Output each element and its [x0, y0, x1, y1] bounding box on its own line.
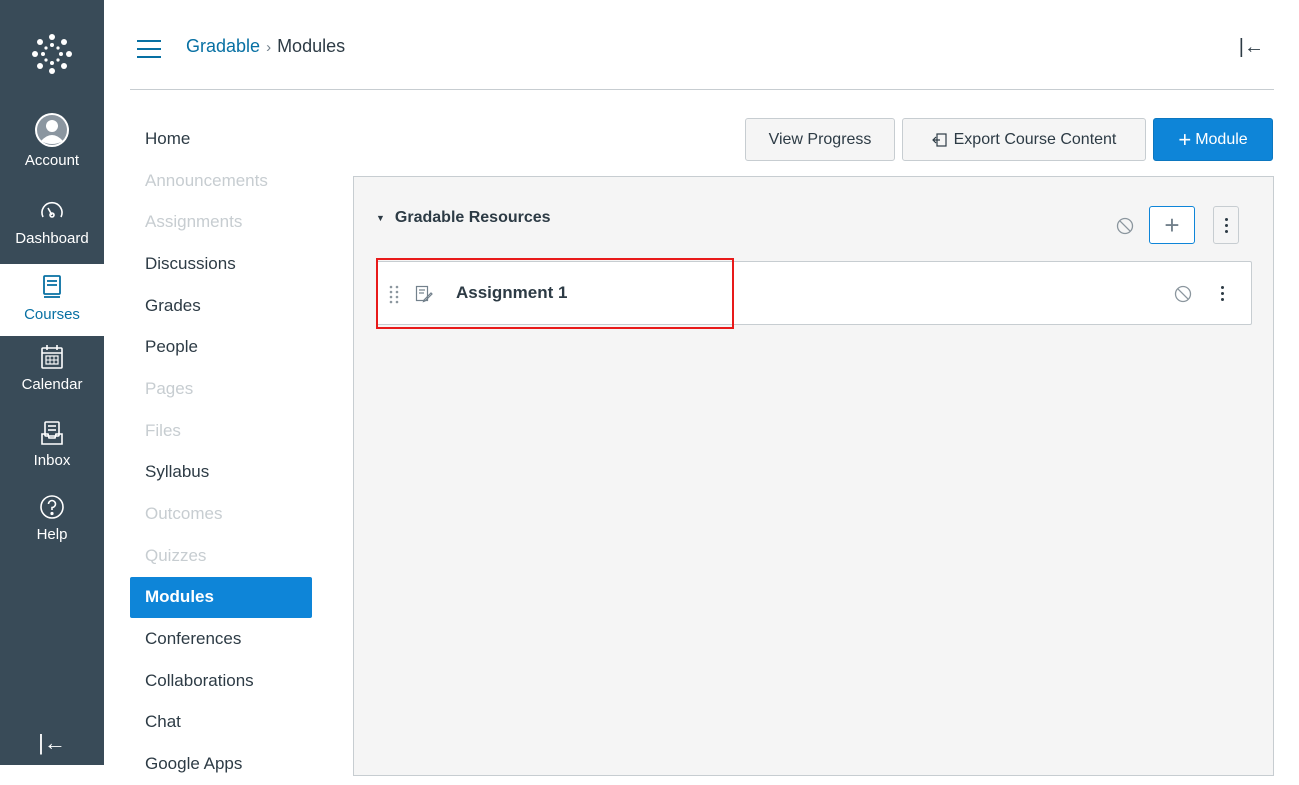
breadcrumb: Gradable › Modules [186, 36, 345, 57]
global-nav-label: Inbox [33, 452, 71, 469]
breadcrumb-separator: › [266, 39, 272, 56]
avatar-icon [34, 112, 70, 148]
module-options-icon[interactable] [1213, 206, 1239, 244]
export-icon [931, 132, 948, 148]
page-header: Gradable › Modules |← [130, 20, 1274, 90]
global-nav-courses[interactable]: Courses [0, 264, 104, 336]
course-nav-modules[interactable]: Modules [130, 576, 312, 619]
add-item-button[interactable]: + [1149, 206, 1195, 244]
module-header[interactable]: ▼ Gradable Resources [376, 209, 551, 227]
course-nav-home[interactable]: Home [130, 118, 312, 160]
plus-icon: + [1178, 126, 1192, 152]
export-course-content-button[interactable]: Export Course Content [902, 118, 1146, 161]
course-nav-files[interactable]: Files [130, 410, 312, 452]
collapse-caret-icon[interactable]: ▼ [376, 213, 385, 223]
breadcrumb-course-link[interactable]: Gradable [186, 36, 260, 56]
course-nav-people[interactable]: People [130, 326, 312, 368]
course-nav-google-apps[interactable]: Google Apps [130, 743, 312, 785]
collapse-nav-icon[interactable]: |← [30, 728, 74, 758]
module-title: Gradable Resources [394, 209, 551, 226]
calendar-icon [40, 342, 64, 372]
view-progress-button[interactable]: View Progress [745, 118, 895, 161]
course-nav-announcements[interactable]: Announcements [130, 160, 312, 202]
assignment-link[interactable]: Assignment 1 [456, 283, 567, 303]
unpublished-icon[interactable] [1174, 285, 1192, 308]
collapse-sidebar-icon[interactable]: |← [1239, 36, 1264, 59]
global-nav-account[interactable]: Account [0, 112, 104, 182]
export-label: Export Course Content [953, 130, 1117, 148]
dashboard-gauge-icon [39, 196, 65, 226]
course-nav-collaborations[interactable]: Collaborations [130, 660, 312, 702]
global-nav-label: Account [24, 152, 80, 169]
modules-area: ▼ Gradable Resources + Assignment 1 [353, 176, 1274, 776]
global-nav-label: Dashboard [15, 230, 89, 247]
global-nav-inbox[interactable]: Inbox [0, 418, 104, 480]
drag-handle-icon[interactable] [389, 284, 399, 309]
add-module-button[interactable]: + Module [1153, 118, 1273, 161]
course-nav-assignments[interactable]: Assignments [130, 201, 312, 243]
global-nav-label: Calendar [21, 376, 83, 393]
help-icon [39, 492, 65, 522]
course-nav-outcomes[interactable]: Outcomes [130, 493, 312, 535]
course-nav-conferences[interactable]: Conferences [130, 618, 312, 660]
canvas-logo-icon[interactable] [0, 0, 104, 108]
hamburger-menu-icon[interactable] [137, 40, 161, 58]
course-nav-discussions[interactable]: Discussions [130, 243, 312, 285]
module-item-row: Assignment 1 [376, 261, 1252, 325]
course-nav-quizzes[interactable]: Quizzes [130, 535, 312, 577]
course-nav-grades[interactable]: Grades [130, 285, 312, 327]
global-nav-label: Help [36, 526, 68, 543]
view-progress-label: View Progress [768, 130, 872, 148]
global-nav-calendar[interactable]: Calendar [0, 342, 104, 406]
global-nav-help[interactable]: Help [0, 492, 104, 554]
breadcrumb-current: Modules [277, 36, 346, 56]
courses-book-icon [41, 272, 63, 302]
course-nav-pages[interactable]: Pages [130, 368, 312, 410]
unpublished-icon[interactable] [1116, 217, 1134, 240]
inbox-icon [40, 418, 64, 448]
add-module-label: Module [1195, 130, 1248, 148]
course-nav-syllabus[interactable]: Syllabus [130, 452, 312, 494]
course-nav-chat[interactable]: Chat [130, 702, 312, 744]
global-nav-label: Courses [24, 306, 80, 323]
global-nav: Account Dashboard Courses Calendar Inbox… [0, 0, 104, 765]
course-nav: Home Announcements Assignments Discussio… [130, 118, 312, 785]
global-nav-dashboard[interactable]: Dashboard [0, 196, 104, 258]
assignment-icon [415, 285, 433, 308]
item-options-icon[interactable] [1215, 284, 1230, 303]
